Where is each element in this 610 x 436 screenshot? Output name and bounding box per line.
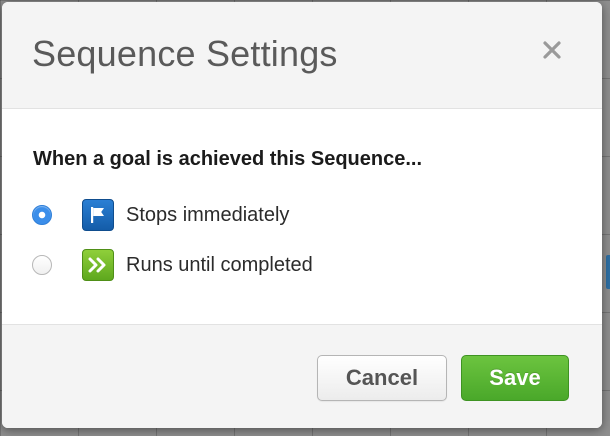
goal-question: When a goal is achieved this Sequence... (33, 148, 423, 170)
save-button[interactable]: Save (461, 355, 569, 401)
flag-icon (82, 199, 114, 231)
option-runs-until-completed[interactable]: Runs until completed (32, 248, 313, 282)
dialog-title: Sequence Settings (32, 33, 338, 74)
option-stops-immediately[interactable]: Stops immediately (32, 198, 289, 232)
radio-stops-immediately[interactable] (32, 205, 52, 225)
dialog-body: When a goal is achieved this Sequence...… (2, 109, 602, 324)
dialog-header: Sequence Settings (2, 2, 602, 109)
option-label: Stops immediately (126, 204, 290, 226)
option-label: Runs until completed (126, 254, 313, 276)
background-edge-element (606, 255, 610, 289)
dialog-footer: Cancel Save (2, 324, 602, 428)
sequence-settings-dialog: Sequence Settings When a goal is achieve… (2, 2, 602, 428)
double-chevron-right-icon (82, 249, 114, 281)
close-icon (540, 38, 564, 62)
radio-runs-until-completed[interactable] (32, 255, 52, 275)
close-button[interactable] (540, 38, 564, 62)
cancel-button[interactable]: Cancel (317, 355, 447, 401)
